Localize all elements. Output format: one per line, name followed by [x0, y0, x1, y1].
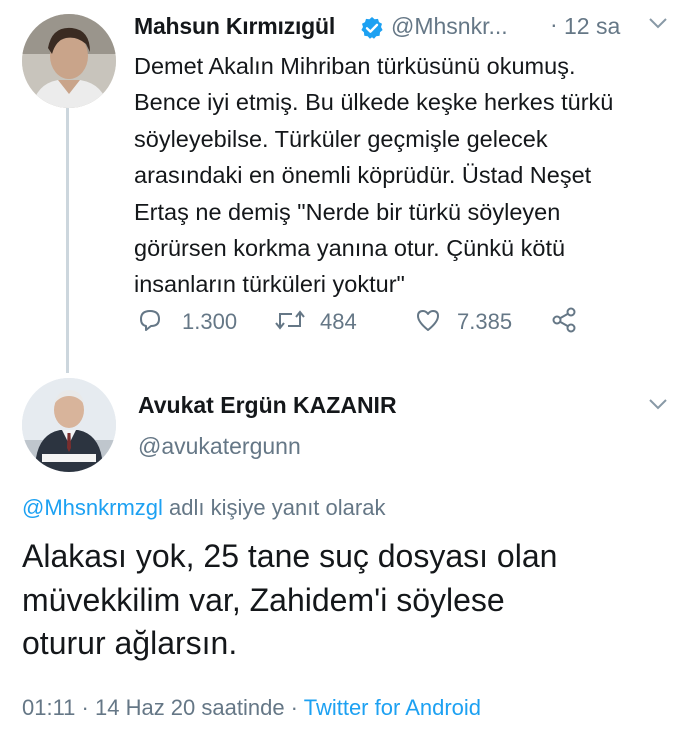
replying-to-text: adlı kişiye yanıt olarak: [162, 495, 386, 520]
separator-dot: ·: [284, 695, 304, 720]
author-name[interactable]: Mahsun Kırmızıgül: [134, 13, 335, 40]
separator-dot: ·: [75, 695, 95, 720]
reply-meta: 01:11 · 14 Haz 20 saatinde · Twitter for…: [22, 695, 481, 721]
chevron-down-icon[interactable]: [648, 397, 668, 411]
retweet-count: 484: [320, 309, 357, 334]
replying-to-mention[interactable]: @Mhsnkrmzgl: [22, 495, 163, 520]
chevron-down-icon[interactable]: [648, 16, 668, 30]
verified-badge-icon: [360, 16, 384, 40]
reply-icon[interactable]: [136, 306, 164, 334]
reply-author-name[interactable]: Avukat Ergün KAZANIR: [138, 392, 397, 419]
tweet-text-line: arasındaki en önemli köprüdür. Üstad Neş…: [134, 162, 592, 189]
reply-text: Alakası yok, 25 tane suç dosyası olan mü…: [22, 535, 682, 666]
author-avatar[interactable]: [22, 14, 116, 108]
reply-source-link[interactable]: Twitter for Android: [304, 695, 481, 720]
replying-to: @Mhsnkrmzgl adlı kişiye yanıt olarak: [22, 495, 385, 521]
reply-date: 14 Haz 20 saatinde: [94, 695, 285, 720]
reply-author-avatar[interactable]: [22, 378, 116, 472]
separator-dot: ·: [550, 11, 558, 37]
share-icon[interactable]: [550, 306, 578, 334]
reply-author-handle[interactable]: @avukatergunn: [138, 433, 301, 460]
thread-line: [66, 108, 69, 373]
tweet-text: Demet Akalın Mihriban türküsünü okumuş. …: [134, 48, 664, 303]
tweet-text-line: Ertaş ne demiş "Nerde bir türkü söyleyen: [134, 198, 561, 225]
author-handle[interactable]: @Mhsnkr...: [391, 13, 508, 40]
tweet-text-line: Bence iyi etmiş. Bu ülkede keşke herkes …: [134, 89, 614, 116]
tweet-time[interactable]: 12 sa: [564, 13, 620, 40]
like-count: 7.385: [457, 309, 513, 334]
reply-count: 1.300: [182, 309, 238, 334]
tweet-text-line: söyleyebilse. Türküler geçmişle gelecek: [134, 125, 548, 152]
reply-text-line: oturur ağlarsın.: [22, 625, 238, 661]
heart-icon[interactable]: [414, 306, 442, 334]
reply-text-line: müvekkilim var, Zahidem'i söylese: [22, 581, 505, 618]
retweet-icon[interactable]: [272, 306, 308, 334]
reply-time: 01:11: [22, 695, 76, 720]
reply-text-line: Alakası yok, 25 tane suç dosyası olan: [22, 538, 558, 574]
tweet-text-line: insanların türküleri yoktur": [134, 271, 405, 298]
tweet-text-line: Demet Akalın Mihriban türküsünü okumuş.: [134, 53, 576, 79]
tweet-text-line: görürsen korkma yanına otur. Çünkü kötü: [134, 235, 566, 262]
